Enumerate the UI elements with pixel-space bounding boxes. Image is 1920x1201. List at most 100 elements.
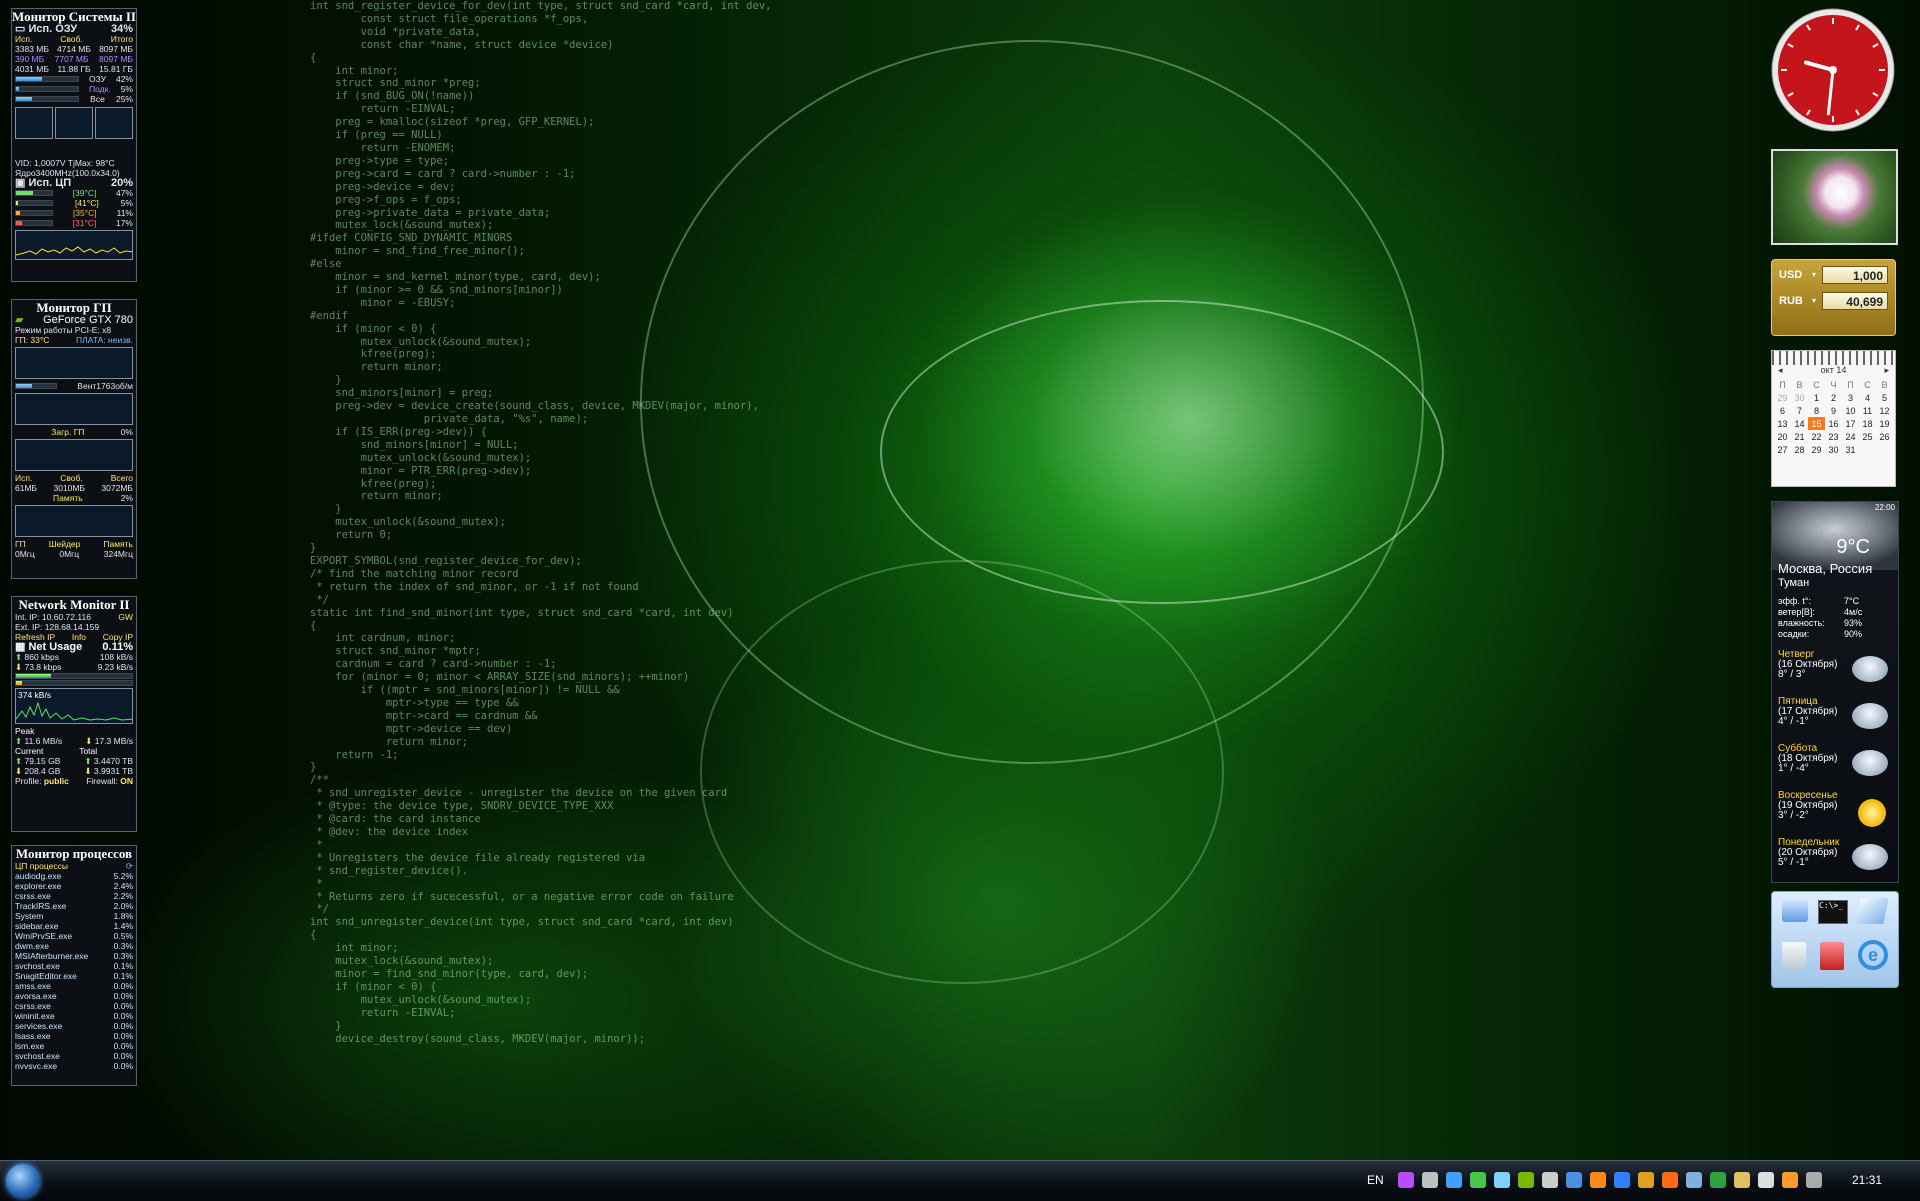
bug-icon[interactable] xyxy=(1470,1172,1486,1188)
weather-gadget[interactable]: 22:00 9°C Москва, Россия Туман эфф. t°: 7… xyxy=(1771,501,1899,883)
calendar-day[interactable]: 16 xyxy=(1825,417,1842,430)
calendar-day[interactable]: 29 xyxy=(1774,391,1791,404)
slideshow-photo[interactable] xyxy=(1771,149,1898,245)
calendar-day[interactable]: 30 xyxy=(1791,391,1808,404)
dropdown-arrow-icon[interactable]: ▾ xyxy=(1812,296,1816,305)
launcher-gadget[interactable]: C:\>_ e xyxy=(1771,891,1899,988)
process-row[interactable]: explorer.exe 2.4% xyxy=(12,881,136,891)
calendar-day[interactable]: 28 xyxy=(1791,443,1808,456)
process-row[interactable]: svchost.exe 0.0% xyxy=(12,1051,136,1061)
process-row[interactable]: WmiPrvSE.exe 0.5% xyxy=(12,931,136,941)
calendar-day[interactable]: 2 xyxy=(1825,391,1842,404)
process-row[interactable]: audiodg.exe 5.2% xyxy=(12,871,136,881)
folder-icon[interactable] xyxy=(1734,1172,1750,1188)
calendar-day[interactable]: 13 xyxy=(1774,417,1791,430)
calendar-day[interactable]: 18 xyxy=(1859,417,1876,430)
calendar-day[interactable] xyxy=(1876,443,1893,456)
network-monitor-gadget[interactable]: Network Monitor II Int. IP: 10.60.72.116… xyxy=(11,596,137,832)
calendar-day[interactable]: 5 xyxy=(1876,391,1893,404)
network-icon[interactable] xyxy=(1494,1172,1510,1188)
process-monitor-gadget[interactable]: Монитор процессов ЦП процессы ⟳ audiodg.e… xyxy=(11,845,137,1086)
process-row[interactable]: csrss.exe 0.0% xyxy=(12,1001,136,1011)
process-row[interactable]: avorsa.exe 0.0% xyxy=(12,991,136,1001)
refresh-icon[interactable]: ⟳ xyxy=(126,861,133,871)
process-row[interactable]: services.exe 0.0% xyxy=(12,1021,136,1031)
taskbar-clock[interactable]: 21:31 xyxy=(1852,1173,1882,1187)
control-panel-icon[interactable] xyxy=(1782,900,1808,922)
calendar-day[interactable]: 14 xyxy=(1791,417,1808,430)
mail-icon[interactable] xyxy=(1686,1172,1702,1188)
nvidia-icon[interactable] xyxy=(1518,1172,1534,1188)
language-indicator[interactable]: EN xyxy=(1367,1173,1384,1187)
calendar-day[interactable]: 9 xyxy=(1825,404,1842,417)
weather-city[interactable]: Москва, Россия xyxy=(1778,561,1872,576)
process-row[interactable]: lsm.exe 0.0% xyxy=(12,1041,136,1051)
calendar-day[interactable]: 24 xyxy=(1842,430,1859,443)
process-row[interactable]: smss.exe 0.0% xyxy=(12,981,136,991)
internet-explorer-icon[interactable]: e xyxy=(1858,940,1888,970)
command-prompt-icon[interactable]: C:\>_ xyxy=(1818,900,1848,924)
calendar-day[interactable]: 4 xyxy=(1859,391,1876,404)
plane-icon[interactable] xyxy=(1422,1172,1438,1188)
forecast-day[interactable]: Суббота (18 Октября) 1° / -4° xyxy=(1772,744,1898,788)
paint-icon[interactable] xyxy=(1662,1172,1678,1188)
gpu-monitor-gadget[interactable]: Монитор ГП ▰ GeForce GTX 780 Режим работы… xyxy=(11,299,137,579)
calendar-day[interactable]: 21 xyxy=(1791,430,1808,443)
flag-icon[interactable] xyxy=(1782,1172,1798,1188)
task-manager-icon[interactable] xyxy=(1820,942,1844,970)
clock-gadget[interactable] xyxy=(1770,7,1896,133)
process-row[interactable]: wininit.exe 0.0% xyxy=(12,1011,136,1021)
image-icon[interactable] xyxy=(1566,1172,1582,1188)
calendar-day[interactable]: 31 xyxy=(1842,443,1859,456)
calendar-day[interactable]: 8 xyxy=(1808,404,1825,417)
calendar-day[interactable]: 15 xyxy=(1808,417,1825,430)
calendar-day[interactable] xyxy=(1859,443,1876,456)
dropdown-arrow-icon[interactable]: ▾ xyxy=(1812,270,1816,279)
system-monitor-gadget[interactable]: Монитор Системы II ▭ Исп. ОЗУ 34% Исп. С… xyxy=(11,8,137,282)
next-month-icon[interactable]: ▸ xyxy=(1884,365,1889,376)
process-row[interactable]: sidebar.exe 1.4% xyxy=(12,921,136,931)
calendar-day[interactable]: 20 xyxy=(1774,430,1791,443)
monitor-icon[interactable] xyxy=(1398,1172,1414,1188)
orange-app-icon[interactable] xyxy=(1590,1172,1606,1188)
calendar-day[interactable]: 3 xyxy=(1842,391,1859,404)
process-row[interactable]: dwm.exe 0.3% xyxy=(12,941,136,951)
ticket-icon[interactable] xyxy=(1638,1172,1654,1188)
process-row[interactable]: SnagitEditor.exe 0.1% xyxy=(12,971,136,981)
color-grid-icon[interactable] xyxy=(1446,1172,1462,1188)
notepad-icon[interactable] xyxy=(1855,898,1889,924)
prev-month-icon[interactable]: ◂ xyxy=(1778,365,1783,376)
currency-gadget[interactable]: USD ▾ 1,000 RUB ▾ 40,699 xyxy=(1771,259,1896,336)
process-row[interactable]: System 1.8% xyxy=(12,911,136,921)
process-row[interactable]: lsass.exe 0.0% xyxy=(12,1031,136,1041)
calendar-day[interactable]: 25 xyxy=(1859,430,1876,443)
process-row[interactable]: TrackIRS.exe 2.0% xyxy=(12,901,136,911)
calendar-day[interactable]: 22 xyxy=(1808,430,1825,443)
calendar-day[interactable]: 11 xyxy=(1859,404,1876,417)
calendar-day[interactable]: 1 xyxy=(1808,391,1825,404)
calendar-day[interactable]: 26 xyxy=(1876,430,1893,443)
calendar-day[interactable]: 12 xyxy=(1876,404,1893,417)
forecast-day[interactable]: Понедельник (20 Октября) 5° / -1° xyxy=(1772,838,1898,882)
currency-from-value[interactable]: 1,000 xyxy=(1822,266,1888,284)
calendar-day[interactable]: 17 xyxy=(1842,417,1859,430)
calendar-day[interactable]: 23 xyxy=(1825,430,1842,443)
forecast-day[interactable]: Пятница (17 Октября) 4° / -1° xyxy=(1772,697,1898,741)
settings-icon[interactable] xyxy=(1542,1172,1558,1188)
process-row[interactable]: MSIAfterburner.exe 0.3% xyxy=(12,951,136,961)
forecast-day[interactable]: Четверг (16 Октября) 8° / 3° xyxy=(1772,650,1898,694)
currency-from-code[interactable]: USD xyxy=(1779,269,1802,281)
calendar-gadget[interactable]: ◂ окт 14 ▸ ПВСЧПСВ 29 30 1 2 3 4 5 6 7 8 9 10 11 12 13… xyxy=(1771,350,1896,487)
calendar-day[interactable]: 27 xyxy=(1774,443,1791,456)
calendar-day[interactable]: 6 xyxy=(1774,404,1791,417)
calculator-icon[interactable] xyxy=(1782,942,1806,970)
power-icon[interactable] xyxy=(1614,1172,1630,1188)
wifi-icon[interactable] xyxy=(1806,1172,1822,1188)
process-row[interactable]: svchost.exe 0.1% xyxy=(12,961,136,971)
calendar-day[interactable]: 29 xyxy=(1808,443,1825,456)
forecast-day[interactable]: Воскресенье (19 Октября) 3° / -2° xyxy=(1772,791,1898,835)
process-row[interactable]: csrss.exe 2.2% xyxy=(12,891,136,901)
card-icon[interactable] xyxy=(1710,1172,1726,1188)
calendar-day[interactable]: 19 xyxy=(1876,417,1893,430)
calendar-day[interactable]: 7 xyxy=(1791,404,1808,417)
